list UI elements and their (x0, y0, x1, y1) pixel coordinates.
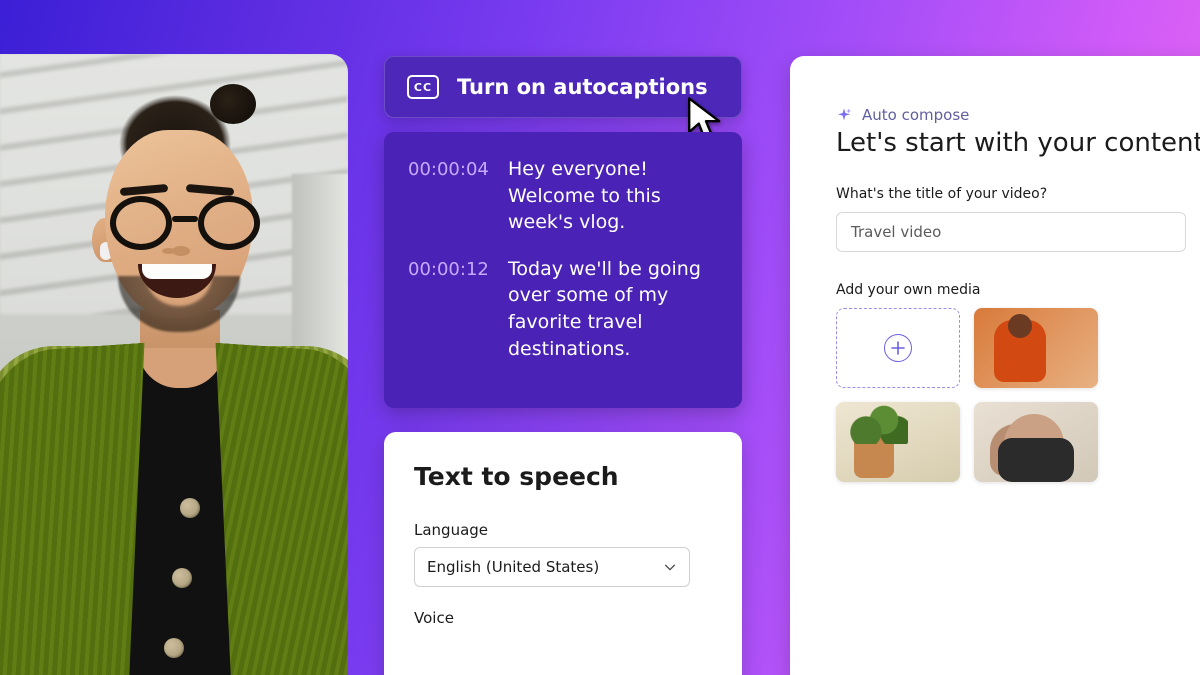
auto-compose-heading: Let's start with your content (836, 128, 1200, 158)
auto-compose-panel: Auto compose Let's start with your conte… (790, 56, 1200, 675)
plus-icon (884, 334, 912, 362)
caption-text: Hey everyone! Welcome to this week's vlo… (508, 156, 718, 236)
video-title-value: Travel video (851, 223, 941, 241)
chevron-down-icon (663, 560, 677, 574)
closed-captions-icon: CC (407, 75, 439, 99)
voice-label: Voice (414, 609, 712, 627)
caption-text: Today we'll be going over some of my fav… (508, 256, 718, 362)
caption-timestamp: 00:00:04 (408, 156, 490, 236)
language-select-value: English (United States) (427, 558, 599, 576)
caption-row[interactable]: 00:00:12 Today we'll be going over some … (408, 256, 718, 362)
caption-row[interactable]: 00:00:04 Hey everyone! Welcome to this w… (408, 156, 718, 236)
text-to-speech-panel: Text to speech Language English (United … (384, 432, 742, 675)
auto-compose-badge: Auto compose (862, 106, 969, 124)
autocaptions-button-label: Turn on autocaptions (457, 75, 708, 99)
add-media-tile[interactable] (836, 308, 960, 388)
media-thumbnail[interactable] (974, 308, 1098, 388)
turn-on-autocaptions-button[interactable]: CC Turn on autocaptions (384, 56, 742, 118)
sparkle-icon (836, 107, 852, 123)
tts-heading: Text to speech (414, 462, 712, 491)
language-select[interactable]: English (United States) (414, 547, 690, 587)
video-title-input[interactable]: Travel video (836, 212, 1186, 252)
captions-panel: 00:00:04 Hey everyone! Welcome to this w… (384, 132, 742, 408)
presenter-photo (0, 54, 348, 675)
caption-timestamp: 00:00:12 (408, 256, 490, 362)
media-thumbnail[interactable] (974, 402, 1098, 482)
language-label: Language (414, 521, 712, 539)
add-media-label: Add your own media (836, 282, 1200, 298)
video-title-label: What's the title of your video? (836, 186, 1200, 202)
media-thumbnail[interactable] (836, 402, 960, 482)
